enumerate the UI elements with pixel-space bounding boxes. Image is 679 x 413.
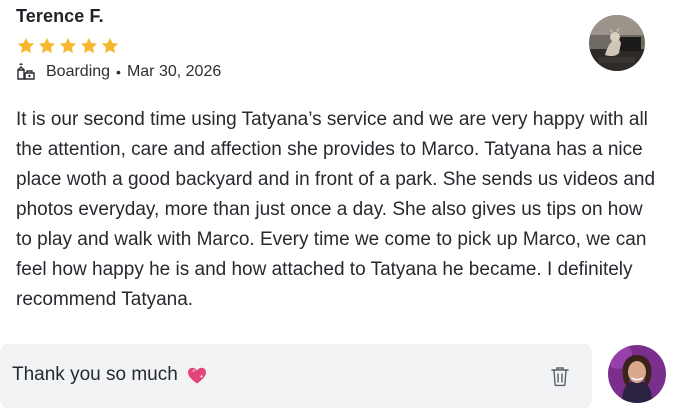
owner-reply: Thank you so much	[0, 344, 592, 408]
boarding-icon	[17, 63, 35, 80]
reply-text: Thank you so much	[12, 364, 178, 385]
review-card: Terence F. Boarding • Mar 30, 2026 It is…	[0, 0, 679, 413]
review-text: It is our second time using Tatyana’s se…	[16, 109, 656, 310]
star-icon	[101, 37, 119, 54]
star-rating	[16, 36, 120, 56]
reply-content: Thank you so much	[12, 364, 208, 386]
sparkling-heart-icon	[187, 367, 206, 384]
meta-separator: •	[116, 64, 121, 80]
review-date: Mar 30, 2026	[126, 63, 222, 80]
reviewer-photo	[589, 15, 645, 71]
star-icon	[38, 37, 56, 54]
trash-icon	[551, 367, 569, 387]
star-icon	[59, 37, 77, 54]
service-type: Boarding	[46, 63, 111, 80]
star-icon	[17, 37, 35, 54]
delete-reply-button[interactable]	[546, 362, 574, 390]
owner-photo	[608, 345, 666, 403]
review-meta: Boarding • Mar 30, 2026	[16, 60, 221, 84]
reviewer-avatar	[589, 15, 645, 71]
owner-avatar	[608, 345, 666, 403]
scrollbar[interactable]	[667, 0, 679, 413]
star-icon	[80, 37, 98, 54]
reviewer-name: Terence F.	[16, 6, 104, 26]
